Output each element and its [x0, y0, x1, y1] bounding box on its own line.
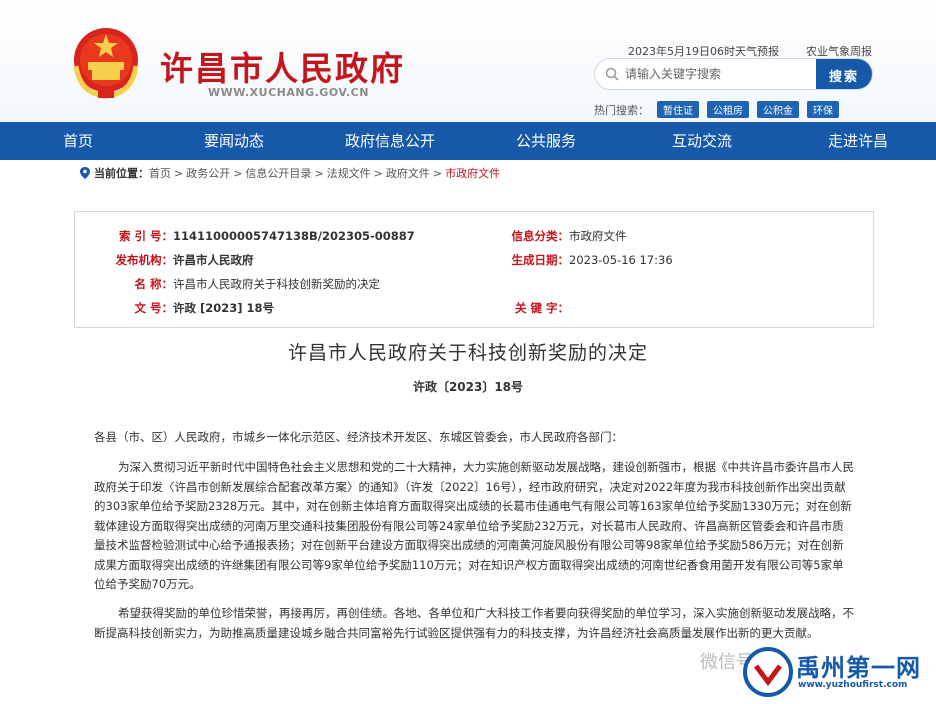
search-input[interactable] [625, 59, 815, 89]
site-url: WWW.XUCHANG.GOV.CN [208, 86, 369, 99]
search-box: 搜索 [594, 58, 873, 90]
breadcrumb-separator: > [432, 166, 443, 180]
breadcrumb-separator: > [174, 166, 184, 180]
info-value: 许昌市人民政府 [173, 253, 254, 267]
brand-watermark: 禹州第一网 www.yuzhoufirst.com [740, 642, 936, 704]
nav-item-home[interactable]: 首页 [0, 122, 156, 160]
breadcrumb-item[interactable]: 法规文件 [327, 165, 371, 181]
info-value: 11411000005747138B/202305-00887 [173, 229, 415, 243]
info-label: 信息分类： [511, 229, 570, 243]
nav-item-public-service[interactable]: 公共服务 [468, 122, 624, 160]
site-header: 许昌市人民政府 WWW.XUCHANG.GOV.CN 2023年5月19日06时… [0, 0, 936, 122]
breadcrumb: 当前位置： 首页 > 政务公开 > 信息公开目录 > 法规文件 > 政府文件 > 市政府文… [80, 165, 500, 181]
breadcrumb-separator: > [373, 166, 383, 180]
document-paragraph: 希望获得奖励的单位珍惜荣誉，再接再厉，再创佳绩。各地、各单位和广大科技工作者要向… [94, 606, 854, 640]
info-docno: 文 号：许政 [2023] 18号 [115, 300, 274, 316]
site-title[interactable]: 许昌市人民政府 [160, 42, 405, 90]
hot-tag[interactable]: 公租房 [707, 101, 749, 118]
info-label: 名 称： [134, 277, 173, 291]
document-title: 许昌市人民政府关于科技创新奖励的决定 [287, 342, 648, 364]
nav-item-about[interactable]: 走进许昌 [780, 122, 936, 160]
search-button[interactable]: 搜索 [816, 59, 872, 89]
search-icon [605, 67, 619, 81]
info-value: 市政府文件 [569, 229, 627, 243]
hot-tag[interactable]: 环保 [807, 101, 839, 118]
info-label: 文 号： [134, 301, 173, 315]
hot-tag[interactable]: 暂住证 [657, 101, 699, 118]
document-number: 许政〔2023〕18号 [412, 380, 524, 394]
info-label: 发布机构： [115, 253, 174, 267]
info-label: 关 键 字： [514, 301, 569, 315]
document-salutation: 各县（市、区）人民政府，市城乡一体化示范区、经济技术开发区、东城区管委会，市人民… [94, 430, 623, 444]
info-label: 索 引 号： [118, 229, 173, 243]
nav-item-gov-info[interactable]: 政府信息公开 [312, 122, 468, 160]
hot-search-label: 热门搜索： [594, 103, 649, 117]
breadcrumb-label: 当前位置： [94, 167, 149, 180]
breadcrumb-item[interactable]: 政府文件 [386, 165, 430, 181]
breadcrumb-item[interactable]: 首页 [149, 165, 171, 181]
info-name: 名 称：许昌市人民政府关于科技创新奖励的决定 [115, 276, 380, 292]
national-emblem-icon [73, 28, 139, 99]
nav-item-news[interactable]: 要闻动态 [156, 122, 312, 160]
breadcrumb-current[interactable]: 市政府文件 [445, 165, 500, 181]
hot-tag[interactable]: 公积金 [757, 101, 799, 118]
weather-link[interactable]: 2023年5月19日06时天气预报 [628, 43, 779, 59]
breadcrumb-item[interactable]: 政务公开 [186, 165, 230, 181]
info-keywords: 关 键 字： [511, 300, 569, 316]
main-nav: 首页 要闻动态 政府信息公开 公共服务 互动交流 走进许昌 [0, 122, 936, 160]
nav-item-interaction[interactable]: 互动交流 [624, 122, 780, 160]
breadcrumb-separator: > [314, 166, 324, 180]
hot-search: 热门搜索： 暂住证 公租房 公积金 环保 [594, 101, 839, 118]
location-pin-icon [80, 167, 90, 179]
info-category: 信息分类：市政府文件 [511, 228, 627, 244]
document-paragraph: 为深入贯彻习近平新时代中国特色社会主义思想和党的二十大精神，大力实施创新驱动发展… [94, 460, 854, 591]
info-value: 2023-05-16 17:36 [569, 253, 673, 267]
info-value: 许昌市人民政府关于科技创新奖励的决定 [173, 277, 380, 291]
info-value: 许政 [2023] 18号 [173, 301, 275, 315]
info-index: 索 引 号：11411000005747138B/202305-00887 [115, 228, 415, 244]
agri-weather-link[interactable]: 农业气象周报 [806, 43, 872, 59]
info-label: 生成日期： [511, 253, 570, 267]
document-info-panel: 索 引 号：11411000005747138B/202305-00887 信息… [74, 211, 874, 328]
info-date: 生成日期：2023-05-16 17:36 [511, 252, 673, 268]
watermark-url: www.yuzhoufirst.com [798, 680, 908, 690]
info-issuer: 发布机构：许昌市人民政府 [115, 252, 254, 268]
breadcrumb-item[interactable]: 信息公开目录 [245, 165, 311, 181]
watermark-brand: 禹州第一网 [796, 654, 921, 682]
watermark-logo-icon [743, 647, 793, 697]
breadcrumb-separator: > [233, 166, 243, 180]
